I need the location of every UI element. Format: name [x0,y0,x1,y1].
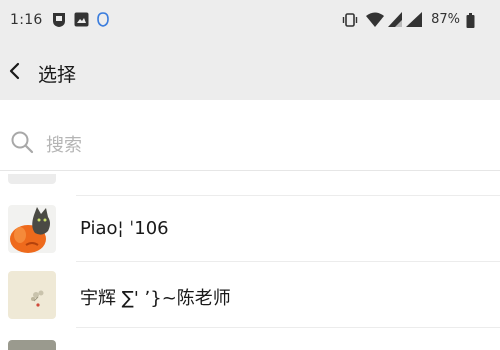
search-area: 搜索 [0,100,500,196]
contact-row[interactable]: Piao¦ ˈ106 [0,196,500,262]
status-bar: 1:16 87% [0,0,500,44]
beige-sketch-avatar [8,271,56,319]
contact-name: Piao¦ ˈ106 [80,218,169,239]
vibrate-icon [342,12,358,32]
page-title: 选择 [38,64,77,86]
shield-notification-icon [52,12,66,32]
contact-name: 宇辉 ∑' ʼ}~陈老师 [80,288,231,309]
back-button[interactable] [4,56,28,86]
list-item-partial[interactable] [0,174,500,196]
battery-percent: 87% [431,12,460,27]
image-notification-icon [74,12,89,31]
orange-cat-avatar [8,205,56,253]
search-input[interactable]: 搜索 [0,114,500,171]
signal-icon-2 [406,12,422,31]
search-placeholder: 搜索 [46,135,82,156]
list-item-partial[interactable] [0,332,500,350]
status-time: 1:16 [10,12,43,28]
battery-icon [466,13,475,32]
chat-notification-icon [96,12,110,32]
header: 选择 [0,44,500,100]
divider [76,327,500,328]
chevron-left-icon [9,62,20,80]
avatar [8,174,56,184]
screen: 1:16 87% 选择 搜索 Piao¦ ˈ106 宇辉 ∑' ʼ}~陈老师 [0,0,500,350]
contact-row[interactable]: 宇辉 ∑' ʼ}~陈老师 [0,262,500,328]
search-icon [10,130,34,158]
signal-icon [388,12,402,31]
avatar [8,340,56,350]
wifi-icon [366,12,384,31]
